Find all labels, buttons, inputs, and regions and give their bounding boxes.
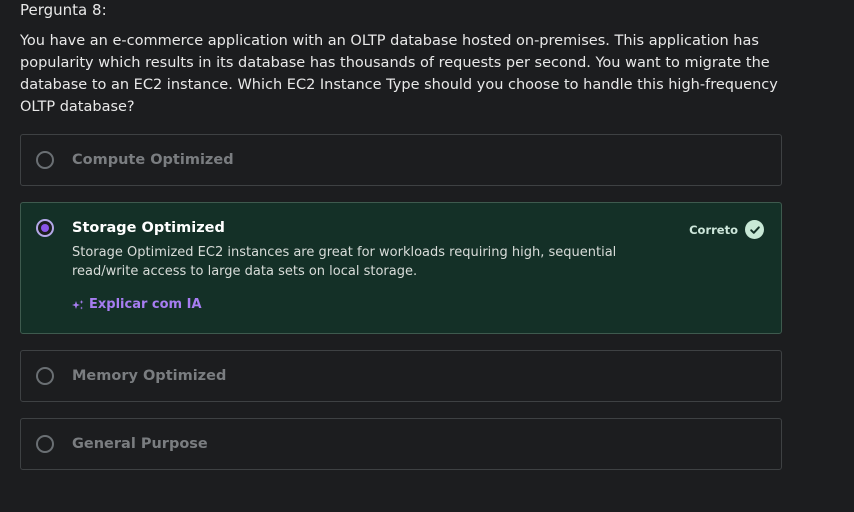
answer-option-general-purpose[interactable]: General Purpose: [20, 418, 782, 470]
answer-explanation: Storage Optimized EC2 instances are grea…: [72, 245, 617, 279]
correct-status-label: Correto: [689, 222, 738, 237]
answer-option-memory-optimized[interactable]: Memory Optimized: [20, 350, 782, 402]
answer-option-storage-optimized[interactable]: Storage Optimized Correto Storage Optimi…: [20, 202, 782, 334]
sparkle-icon: [72, 299, 84, 311]
radio-button-icon[interactable]: [36, 367, 54, 385]
checkmark-circle-icon: [745, 220, 764, 239]
answer-option-label: Storage Optimized: [72, 220, 225, 236]
radio-button-icon[interactable]: [36, 151, 54, 169]
radio-button-icon[interactable]: [36, 435, 54, 453]
question-number: Pergunta 8:: [20, 1, 107, 19]
explain-with-ai-link[interactable]: Explicar com IA: [72, 297, 202, 312]
answer-option-label: Compute Optimized: [72, 152, 234, 168]
explain-with-ai-label: Explicar com IA: [89, 297, 202, 312]
radio-button-checked-icon[interactable]: [36, 219, 54, 237]
question-text: You have an e-commerce application with …: [20, 33, 778, 115]
quiz-result-page: Pergunta 8: You have an e-commerce appli…: [0, 0, 854, 512]
correct-status: Correto: [689, 220, 764, 239]
answer-option-label: Memory Optimized: [72, 368, 227, 384]
answer-option-compute-optimized[interactable]: Compute Optimized: [20, 134, 782, 186]
answer-option-label: General Purpose: [72, 436, 208, 452]
